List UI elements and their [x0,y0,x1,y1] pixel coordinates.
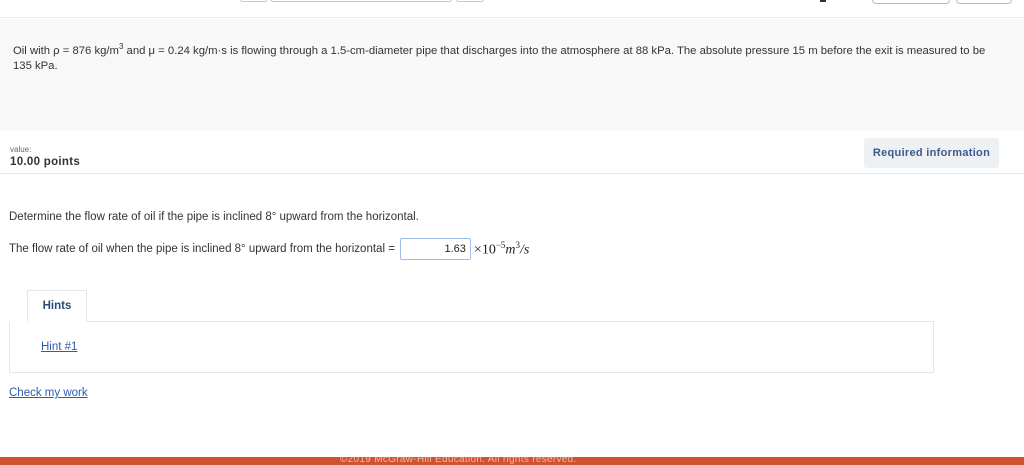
unit-m: m [505,242,516,258]
toolbar-button[interactable] [872,0,950,4]
answer-row: The flow rate of oil when the pipe is in… [9,237,529,261]
hint-1-link[interactable]: Hint #1 [41,341,77,353]
unit-prefix: ×10 [473,242,496,258]
check-my-work-link[interactable]: Check my work [9,387,88,399]
toolbar-segment[interactable] [270,0,452,2]
stem-text-prefix: Oil with ρ = 876 kg/m [13,44,119,57]
required-information-button[interactable]: Required information [864,138,999,168]
answer-input[interactable] [399,238,471,260]
toolbar-segment[interactable] [240,0,268,2]
toolbar-marker [820,0,826,2]
top-toolbar [0,0,1024,18]
toolbar-button[interactable] [956,0,1012,4]
answer-units: ×10−5m3/s [474,240,529,259]
toolbar-segment[interactable] [456,0,484,2]
value-label: value: [10,145,32,154]
value-points: 10.00 points [10,156,81,168]
answer-label: The flow rate of oil when the pipe is in… [9,243,395,255]
hints-tab[interactable]: Hints [27,290,87,322]
unit-suffix: /s [520,242,530,258]
unit-exponent: −5 [495,239,506,250]
footer-copyright: ©2019 McGraw-Hill Education. All rights … [340,457,577,465]
footer: ©2019 McGraw-Hill Education. All rights … [0,457,1024,465]
problem-stem-text: Oil with ρ = 876 kg/m3 and μ = 0.24 kg/m… [13,39,1003,74]
stem-text-rest: and μ = 0.24 kg/m·s is flowing through a… [13,44,986,72]
hints-panel [9,322,934,373]
question-prompt: Determine the flow rate of oil if the pi… [9,211,419,223]
problem-stem [0,19,1024,131]
